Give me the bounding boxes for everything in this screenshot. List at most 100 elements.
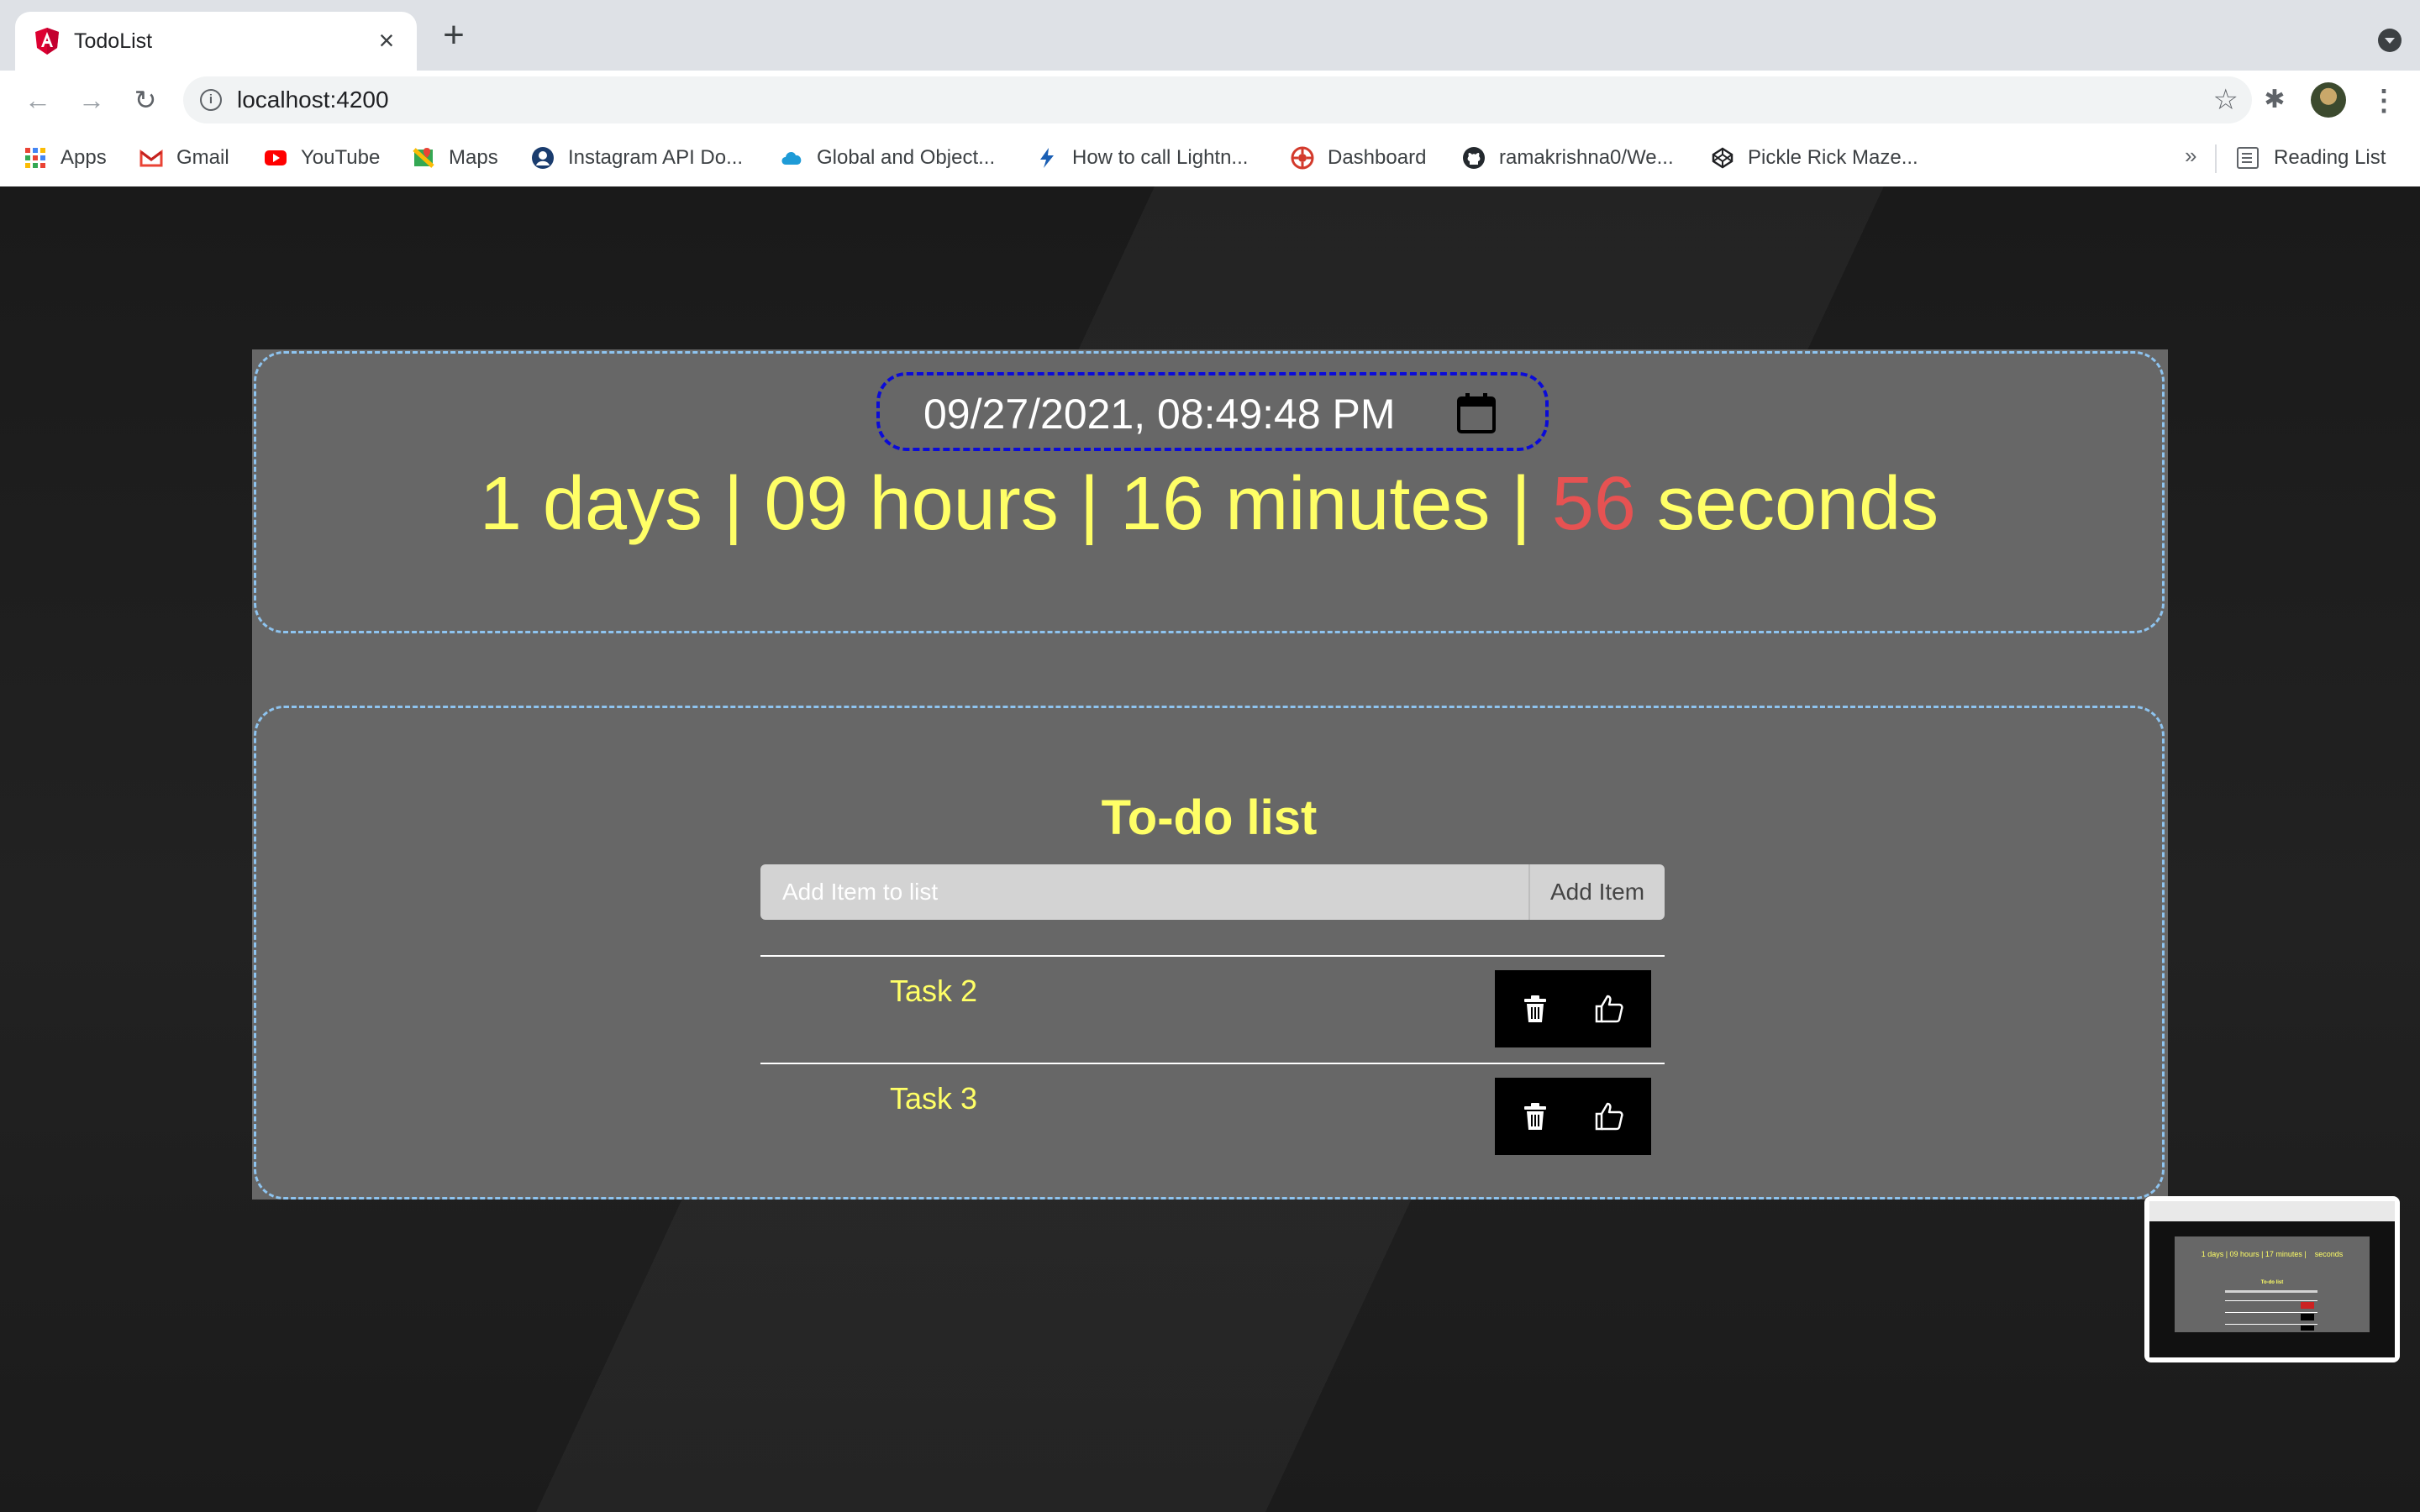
countdown-display: 1 days | 09 hours | 16 minutes | 56 seco… [256, 458, 2162, 550]
thumbnail-row [2225, 1300, 2317, 1301]
page-viewport: 09/27/2021, 08:49:48 PM 1 days | 09 hour… [0, 186, 2420, 1512]
separator: | [1079, 462, 1100, 546]
address-bar[interactable]: i localhost:4200 ☆ [183, 76, 2252, 123]
bookmark-lightning[interactable]: How to call Lightn... [1035, 141, 1248, 175]
thumbnail-todo-title: To-do list [2260, 1280, 2284, 1285]
datetime-value[interactable]: 09/27/2021, 08:49:48 PM [923, 391, 1396, 438]
codepen-icon [1712, 147, 1733, 169]
bookmark-instagram-api[interactable]: Instagram API Do... [531, 141, 743, 175]
angular-icon [35, 28, 59, 55]
bookmarks-bar: Apps Gmail YouTube Maps Instagram API Do… [0, 129, 2420, 188]
thumbnail-action [2301, 1326, 2314, 1331]
add-item-input[interactable] [760, 864, 1528, 920]
thumbnail-action [2301, 1314, 2314, 1320]
bookmark-label: Pickle Rick Maze... [1748, 146, 1918, 169]
screenshot-thumbnail[interactable]: 1 days | 09 hours | 17 minutes | seconds… [2144, 1196, 2400, 1362]
trash-icon[interactable] [1520, 1101, 1550, 1131]
tab-title: TodoList [74, 29, 153, 53]
thumbs-up-icon[interactable] [1594, 994, 1624, 1024]
bookmark-github[interactable]: ramakrishna0/We... [1462, 141, 1674, 175]
reading-list-label: Reading List [2274, 146, 2386, 169]
bookmark-dashboard[interactable]: Dashboard [1291, 141, 1426, 175]
hours-unit: hours [869, 462, 1059, 546]
thumbnail-row [2225, 1324, 2317, 1325]
salesforce-cloud-icon [781, 152, 802, 165]
bookmark-global-object[interactable]: Global and Object... [780, 141, 995, 175]
tab-strip: TodoList × + [0, 0, 2420, 71]
list-item: Task 3 [760, 1063, 1665, 1170]
bookmark-label: Dashboard [1328, 146, 1427, 169]
close-tab-icon[interactable]: × [371, 25, 402, 55]
bookmark-label: Gmail [176, 146, 229, 169]
reload-icon[interactable]: ↻ [128, 82, 163, 118]
task-actions [1495, 1078, 1651, 1155]
task-actions [1495, 970, 1651, 1047]
days-unit: days [542, 462, 703, 546]
maps-icon [413, 148, 434, 168]
app-container: 09/27/2021, 08:49:48 PM 1 days | 09 hour… [252, 349, 2168, 1200]
thumbnail-input [2225, 1290, 2317, 1293]
calendar-icon[interactable] [1456, 392, 1497, 434]
bookmark-gmail[interactable]: Gmail [139, 141, 229, 175]
extensions-icon[interactable]: ✱ [2260, 86, 2289, 114]
site-info-icon[interactable]: i [200, 89, 222, 111]
browser-tab[interactable]: TodoList × [15, 12, 417, 71]
todo-title: To-do list [1101, 790, 1318, 845]
bookmark-label: ramakrishna0/We... [1499, 146, 1674, 169]
countdown-card: 09/27/2021, 08:49:48 PM 1 days | 09 hour… [254, 351, 2165, 633]
bookmark-label: Global and Object... [817, 146, 996, 169]
more-bookmarks-icon[interactable]: » [2185, 143, 2196, 169]
task-label: Task 2 [890, 974, 978, 1008]
separator: | [723, 462, 744, 546]
bookmark-label: Apps [60, 146, 107, 169]
bookmark-label: YouTube [301, 146, 381, 169]
dashboard-icon [1291, 146, 1314, 170]
seconds-unit: seconds [1656, 462, 1939, 546]
url-text[interactable]: localhost:4200 [237, 87, 389, 113]
task-label: Task 3 [890, 1081, 978, 1116]
bookmark-apps[interactable]: Apps [24, 141, 107, 175]
thumbnail-row [2225, 1312, 2317, 1313]
list-item: Task 2 [760, 955, 1665, 1063]
reading-list-icon [2237, 147, 2259, 169]
bookmark-maps[interactable]: Maps [412, 141, 498, 175]
instagram-api-icon [532, 147, 554, 169]
back-icon[interactable]: ← [20, 82, 55, 118]
days-value: 1 [479, 462, 522, 546]
apps-grid-icon [25, 148, 45, 168]
separator: | [1511, 462, 1531, 546]
bookmark-pickle-rick[interactable]: Pickle Rick Maze... [1711, 141, 1918, 175]
bookmark-label: Instagram API Do... [568, 146, 744, 169]
bookmark-label: Maps [449, 146, 498, 169]
task-list: Task 2 Task 3 [760, 955, 1665, 1170]
bookmark-youtube[interactable]: YouTube [264, 141, 380, 175]
forward-icon[interactable]: → [74, 82, 109, 118]
trash-icon[interactable] [1520, 994, 1550, 1024]
add-item-form: Add Item [760, 864, 1665, 920]
thumbs-up-icon[interactable] [1594, 1101, 1624, 1131]
todo-card: To-do list Add Item Task 2 [254, 706, 2165, 1200]
browser-toolbar: ← → ↻ i localhost:4200 ☆ ✱ ⋮ [0, 71, 2420, 129]
profile-avatar[interactable] [2311, 82, 2346, 118]
hours-value: 09 [764, 462, 849, 546]
minutes-value: 16 [1120, 462, 1205, 546]
bookmark-star-icon[interactable]: ☆ [2213, 83, 2238, 117]
gmail-icon [139, 150, 163, 167]
reading-list-button[interactable]: Reading List [2237, 141, 2386, 175]
minutes-unit: minutes [1225, 462, 1491, 546]
github-icon [1463, 147, 1485, 169]
datetime-input[interactable]: 09/27/2021, 08:49:48 PM [876, 372, 1549, 451]
bookmarks-divider [2215, 144, 2217, 173]
thumbnail-action [2301, 1302, 2314, 1309]
thumbnail-countdown: 1 days | 09 hours | 17 minutes | seconds [2201, 1250, 2344, 1258]
tab-search-icon[interactable] [2378, 29, 2402, 52]
add-item-button[interactable]: Add Item [1528, 864, 1665, 920]
youtube-icon [265, 150, 287, 165]
thumbnail-preview: 1 days | 09 hours | 17 minutes | seconds… [2149, 1201, 2395, 1357]
bookmark-label: How to call Lightn... [1072, 146, 1249, 169]
seconds-value: 56 [1551, 462, 1636, 546]
thumbnail-app: 1 days | 09 hours | 17 minutes | seconds… [2175, 1236, 2370, 1332]
new-tab-button[interactable]: + [439, 17, 469, 54]
browser-menu-icon[interactable]: ⋮ [2370, 84, 2398, 118]
lightning-icon [1040, 148, 1054, 168]
